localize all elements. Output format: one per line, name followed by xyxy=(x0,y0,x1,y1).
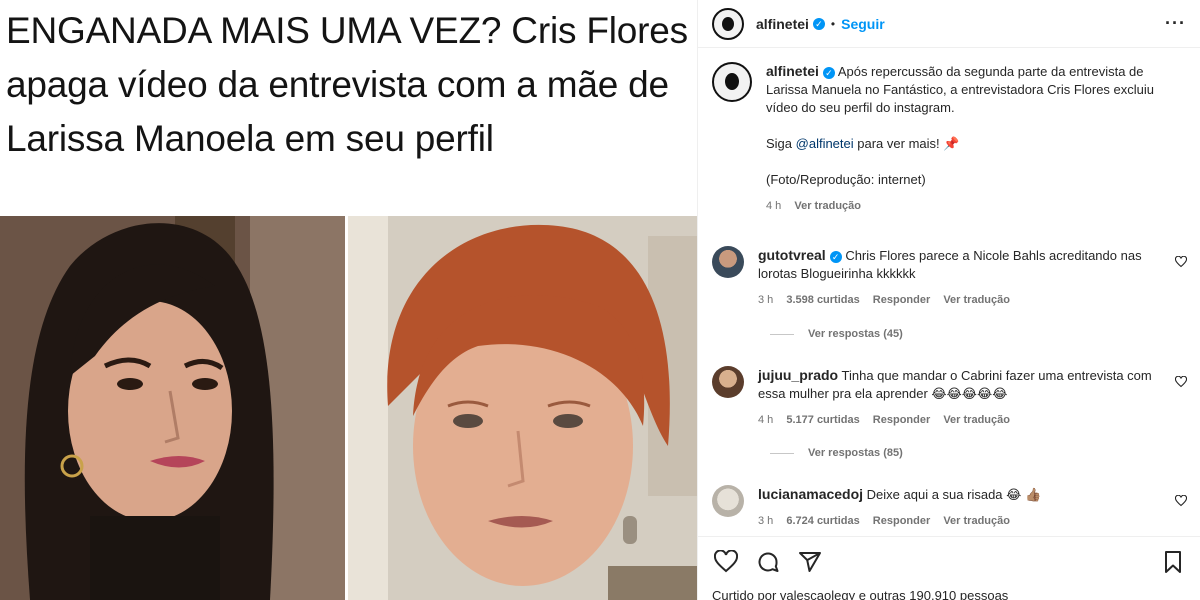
share-icon[interactable] xyxy=(796,548,824,576)
caption-follow-prefix: Siga xyxy=(766,136,796,151)
more-options-icon[interactable]: ··· xyxy=(1165,13,1186,34)
comment-item: jujuu_prado Tinha que mandar o Cabrini f… xyxy=(698,366,1200,429)
follow-button[interactable]: Seguir xyxy=(841,16,885,32)
view-replies-button[interactable]: Ver respostas (45) xyxy=(770,328,903,340)
comment-likes[interactable]: 6.724 curtidas xyxy=(786,515,859,527)
comment-body: jujuu_prado Tinha que mandar o Cabrini f… xyxy=(758,366,1168,429)
photo-mother xyxy=(348,216,697,600)
comment-time: 4 h xyxy=(758,414,774,426)
caption-avatar[interactable] xyxy=(712,62,752,102)
comment-translate-link[interactable]: Ver tradução xyxy=(943,414,1010,426)
post-header: alfinetei ✓ • Seguir ··· xyxy=(698,0,1200,48)
comment-icon[interactable] xyxy=(754,548,782,576)
comment-time: 3 h xyxy=(758,515,774,527)
comment-meta: 4 h 5.177 curtidas Responder Ver traduçã… xyxy=(758,411,1168,429)
separator-dot: • xyxy=(830,16,836,31)
comment-heart-icon[interactable] xyxy=(1174,255,1188,271)
verified-icon: ✓ xyxy=(822,66,835,79)
caption-meta: 4 h Ver tradução xyxy=(766,197,1186,215)
comment-translate-link[interactable]: Ver tradução xyxy=(943,515,1010,527)
comment-item: lucianamacedoj Deixe aqui a sua risada 😂… xyxy=(698,485,1200,530)
comment-translate-link[interactable]: Ver tradução xyxy=(943,294,1010,306)
caption-follow-suffix: para ver mais! 📌 xyxy=(853,136,960,151)
caption-mention-link[interactable]: @alfinetei xyxy=(796,136,854,151)
avatar[interactable] xyxy=(712,7,744,40)
verified-icon: ✓ xyxy=(829,250,842,263)
view-replies-button[interactable]: Ver respostas (85) xyxy=(770,447,903,459)
post-headline: ENGANADA MAIS UMA VEZ? Cris Flores apaga… xyxy=(6,10,688,159)
comment-likes[interactable]: 3.598 curtidas xyxy=(786,294,859,306)
commenter-avatar[interactable] xyxy=(712,246,744,278)
comment-body: gutotvreal ✓ Chris Flores parece a Nicole… xyxy=(758,246,1168,309)
caption-follow-line: Siga @alfinetei para ver mais! 📌 xyxy=(766,135,1186,153)
caption-credit: (Foto/Reprodução: internet) xyxy=(766,172,926,187)
commenter-avatar[interactable] xyxy=(712,366,744,398)
replies-label: Ver respostas (45) xyxy=(808,328,903,340)
portrait-woman-dark-hair xyxy=(0,216,345,600)
reply-button[interactable]: Responder xyxy=(873,414,930,426)
comment-heart-icon[interactable] xyxy=(1174,375,1188,391)
comment-heart-icon[interactable] xyxy=(1174,494,1188,510)
post-image: ENGANADA MAIS UMA VEZ? Cris Flores apaga… xyxy=(0,0,697,600)
verified-icon: ✓ xyxy=(812,17,825,30)
reply-button[interactable]: Responder xyxy=(873,515,930,527)
caption-body: alfinetei ✓ Após repercussão da segunda p… xyxy=(766,62,1186,215)
comment-username[interactable]: gutotvreal xyxy=(758,247,826,263)
comment-item: gutotvreal ✓ Chris Flores parece a Nicole… xyxy=(698,246,1200,309)
comment-text: Deixe aqui a sua risada 😂 👍🏽 xyxy=(866,487,1042,502)
replies-label: Ver respostas (85) xyxy=(808,447,903,459)
portrait-woman-red-hair xyxy=(348,216,697,600)
comment-meta: 3 h 3.598 curtidas Responder Ver traduçã… xyxy=(758,291,1168,309)
comment-username[interactable]: lucianamacedoj xyxy=(758,486,863,502)
likes-summary[interactable]: Curtido por valescaolegy e outras 190.91… xyxy=(712,588,1008,600)
author-username[interactable]: alfinetei xyxy=(756,16,809,32)
caption-username[interactable]: alfinetei xyxy=(766,63,819,79)
bookmark-icon[interactable] xyxy=(1159,548,1187,576)
post-action-bar xyxy=(698,536,1200,586)
caption-text-para: alfinetei ✓ Após repercussão da segunda p… xyxy=(766,62,1186,117)
commenter-avatar[interactable] xyxy=(712,485,744,517)
reply-button[interactable]: Responder xyxy=(873,294,930,306)
replies-line xyxy=(770,452,794,454)
photo-larissa xyxy=(0,216,345,600)
comment-meta: 3 h 6.724 curtidas Responder Ver traduçã… xyxy=(758,512,1168,530)
caption: alfinetei ✓ Após repercussão da segunda p… xyxy=(698,48,1200,215)
caption-time: 4 h xyxy=(766,200,782,212)
comment-likes[interactable]: 5.177 curtidas xyxy=(786,414,859,426)
comment-body: lucianamacedoj Deixe aqui a sua risada 😂… xyxy=(758,485,1168,530)
comment-username[interactable]: jujuu_prado xyxy=(758,367,838,383)
heart-icon[interactable] xyxy=(712,548,740,576)
post-details-panel: alfinetei ✓ • Seguir ··· alfinetei ✓ Após… xyxy=(697,0,1200,600)
replies-line xyxy=(770,333,794,335)
caption-translate-link[interactable]: Ver tradução xyxy=(794,200,861,212)
comment-time: 3 h xyxy=(758,294,774,306)
